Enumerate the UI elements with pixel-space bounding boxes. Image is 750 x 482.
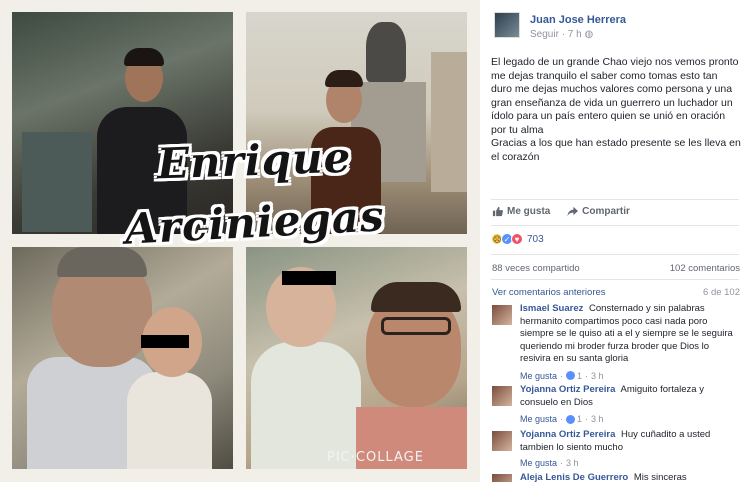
share-label: Compartir [582, 206, 630, 217]
reactions-summary[interactable]: ☹ ✓ ♥ 703 [491, 233, 544, 245]
like-icon [566, 371, 576, 381]
post-panel: Juan Jose Herrera Seguir · 7 h ◍ El lega… [480, 0, 750, 482]
post-paragraph: Gracias a los que han estado presente se… [491, 137, 741, 163]
commenter-avatar[interactable] [492, 386, 512, 406]
comment-count[interactable]: 102 comentarios [670, 263, 740, 274]
comment-like-link[interactable]: Me gusta [520, 370, 557, 383]
collage-title-line1: Enrique [156, 132, 353, 189]
comment-body: Ismael Suarez Consternado y sin palabras… [520, 303, 740, 382]
figure-hair [124, 48, 164, 66]
post-time[interactable]: 7 h [568, 29, 582, 40]
figure-hair [371, 282, 461, 312]
comment-like-link[interactable]: Me gusta [520, 413, 557, 426]
post-text: El legado de un grande Chao viejo nos ve… [491, 56, 741, 164]
post-paragraph: El legado de un grande Chao viejo nos ve… [491, 56, 739, 136]
collage-watermark: PIC·COLLAGE [327, 450, 424, 465]
figure-hair [325, 70, 363, 87]
separator: · [560, 370, 564, 381]
comment-like-count[interactable]: 1 [577, 370, 582, 383]
separator: · [585, 370, 589, 381]
comment-body: Yojanna Ortiz Pereira Huy cuñadito a ust… [520, 429, 740, 470]
share-button[interactable]: Compartir [567, 206, 630, 217]
commenter-name[interactable]: Yojanna Ortiz Pereira [520, 384, 615, 395]
commenter-name[interactable]: Aleja Lenis De Guerrero [520, 472, 628, 482]
building-shape [22, 132, 92, 232]
separator: · [560, 414, 564, 424]
comment-meta: Me gusta · 3 h [520, 457, 740, 470]
post-subline: Seguir · 7 h ◍ [530, 29, 593, 40]
divider [491, 279, 739, 280]
divider [491, 225, 739, 226]
censor-bar [141, 335, 189, 348]
post-header: Juan Jose Herrera Seguir · 7 h ◍ [494, 12, 744, 44]
separator: · [585, 414, 589, 424]
comment-meta: Me gusta · 1 · 3 h [520, 370, 740, 383]
comment-text: Mis sinceras [633, 472, 687, 482]
love-icon: ♥ [511, 233, 523, 245]
post-actions: Me gusta Compartir [492, 206, 644, 220]
commenter-name[interactable]: Ismael Suarez [520, 303, 583, 314]
comment-body: Aleja Lenis De Guerrero Mis sinceras [520, 472, 740, 482]
share-icon [567, 206, 579, 217]
photo-man-glasses-with-child [246, 247, 467, 469]
comment-body: Yojanna Ortiz Pereira Amiguito fortaleza… [520, 384, 740, 426]
comment-time[interactable]: 3 h [591, 370, 604, 383]
follow-link[interactable]: Seguir [530, 29, 559, 40]
comment-like-count[interactable]: 1 [577, 413, 582, 426]
author-avatar[interactable] [494, 12, 520, 38]
child-body [127, 372, 212, 469]
like-icon [566, 414, 576, 424]
photo-man-with-child [12, 247, 233, 469]
tower-shape [431, 52, 467, 192]
comment-like-link[interactable]: Me gusta [520, 457, 557, 470]
comment-time[interactable]: 3 h [566, 457, 579, 470]
separator: · [560, 458, 564, 468]
comment-meta: Me gusta · 1 · 3 h [520, 413, 740, 426]
like-button[interactable]: Me gusta [492, 206, 550, 217]
commenter-avatar[interactable] [492, 305, 512, 325]
thumbs-up-icon [492, 206, 503, 217]
commenter-avatar[interactable] [492, 474, 512, 482]
author-name[interactable]: Juan Jose Herrera [530, 14, 626, 26]
view-previous-comments[interactable]: Ver comentarios anteriores [492, 287, 606, 298]
globe-icon: ◍ [584, 29, 594, 40]
share-count[interactable]: 88 veces compartido [492, 263, 580, 274]
comment-time[interactable]: 3 h [591, 413, 604, 426]
censor-bar [282, 271, 336, 285]
glasses-shape [381, 317, 451, 335]
comments-position: 6 de 102 [703, 287, 740, 298]
commenter-name[interactable]: Yojanna Ortiz Pereira [520, 429, 615, 440]
commenter-avatar[interactable] [492, 431, 512, 451]
equestrian-statue [366, 22, 406, 82]
like-label: Me gusta [507, 206, 551, 217]
divider [491, 254, 739, 255]
photo-collage[interactable]: Enrique Arciniegas PIC·COLLAGE [0, 0, 480, 482]
divider [491, 199, 739, 200]
reaction-count: 703 [527, 233, 544, 245]
